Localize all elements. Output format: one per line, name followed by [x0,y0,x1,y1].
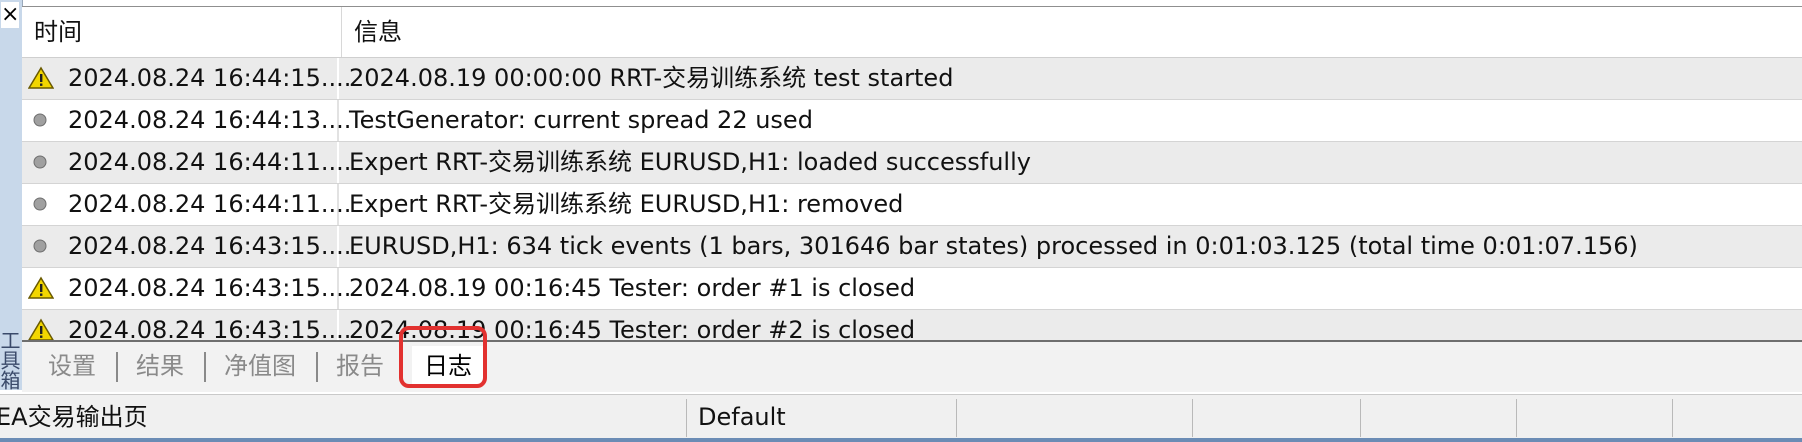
time-cell: 2024.08.24 16:43:15.... [22,268,351,309]
warning-icon [28,276,54,299]
journal-tab-highlight [399,326,487,388]
status-divider [686,399,687,437]
message-text: 2024.08.19 00:00:00 RRT-交易训练系统 test star… [349,64,954,92]
time-cell: 2024.08.24 16:44:13.... [22,100,351,141]
tab-equity-chart[interactable]: 净值图 [224,346,296,386]
journal-table: 时间 信息 2024.08.24 16:44:15.... 2024.08.19… [22,6,1802,341]
warning-icon [28,318,54,341]
message-text: Expert RRT-交易训练系统 EURUSD,H1: removed [349,190,904,218]
table-row[interactable]: 2024.08.24 16:43:15.... 2024.08.19 00:16… [22,310,1802,341]
table-body: 2024.08.24 16:44:15.... 2024.08.19 00:00… [22,58,1802,341]
status-divider [1192,399,1193,437]
status-bar: EA交易输出页 Default [0,394,1802,439]
time-cell: 2024.08.24 16:44:11.... [22,184,351,225]
message-text: 2024.08.19 00:16:45 Tester: order #1 is … [349,274,916,302]
status-divider [956,399,957,437]
column-header-info[interactable]: 信息 [342,7,1802,57]
window-bottom-edge [0,438,1802,442]
column-header-time[interactable]: 时间 [22,7,342,57]
info-dot-icon [33,197,47,211]
info-dot-icon [33,113,47,127]
tab-report[interactable]: 报告 [336,346,384,386]
time-cell: 2024.08.24 16:44:15.... [22,58,351,99]
time-text: 2024.08.24 16:43:15.... [68,316,352,341]
time-text: 2024.08.24 16:43:15.... [68,274,352,302]
time-text: 2024.08.24 16:44:11.... [68,190,352,218]
status-divider [1516,399,1517,437]
time-text: 2024.08.24 16:44:13.... [68,106,352,134]
warning-icon [28,66,54,89]
tab-divider [316,352,318,382]
time-text: 2024.08.24 16:43:15.... [68,232,352,260]
time-cell: 2024.08.24 16:43:15.... [22,310,351,341]
table-row[interactable]: 2024.08.24 16:44:11.... Expert RRT-交易训练系… [22,184,1802,226]
time-cell: 2024.08.24 16:44:11.... [22,142,351,183]
toolbox-side-strip: × 工具箱 [0,0,23,390]
status-profile[interactable]: Default [698,395,786,439]
table-row[interactable]: 2024.08.24 16:44:11.... Expert RRT-交易训练系… [22,142,1802,184]
table-row[interactable]: 2024.08.24 16:43:15.... EURUSD,H1: 634 t… [22,226,1802,268]
time-cell: 2024.08.24 16:43:15.... [22,226,351,267]
table-row[interactable]: 2024.08.24 16:44:15.... 2024.08.19 00:00… [22,58,1802,100]
info-dot-icon [33,239,47,253]
time-text: 2024.08.24 16:44:11.... [68,148,352,176]
table-header: 时间 信息 [22,7,1802,58]
tab-settings[interactable]: 设置 [48,346,96,386]
time-text: 2024.08.24 16:44:15.... [68,64,352,92]
tab-results[interactable]: 结果 [136,346,184,386]
tab-divider [204,352,206,382]
tester-tabs: 设置 结果 净值图 报告 日志 [22,340,1802,392]
status-divider [1672,399,1673,437]
message-text: EURUSD,H1: 634 tick events (1 bars, 3016… [349,232,1638,260]
message-text: Expert RRT-交易训练系统 EURUSD,H1: loaded succ… [349,148,1031,176]
table-row[interactable]: 2024.08.24 16:44:13.... TestGenerator: c… [22,100,1802,142]
info-dot-icon [33,155,47,169]
table-row[interactable]: 2024.08.24 16:43:15.... 2024.08.19 00:16… [22,268,1802,310]
tab-divider [116,352,118,382]
close-panel-button[interactable]: × [1,2,19,28]
strategy-tester-panel: × 工具箱 时间 信息 2024.08.24 16:44:15.... 2024… [0,0,1802,442]
status-divider [1360,399,1361,437]
message-text: TestGenerator: current spread 22 used [349,106,813,134]
side-strip-label: 工具箱 [0,330,21,390]
status-panel-title: EA交易输出页 [0,403,148,431]
